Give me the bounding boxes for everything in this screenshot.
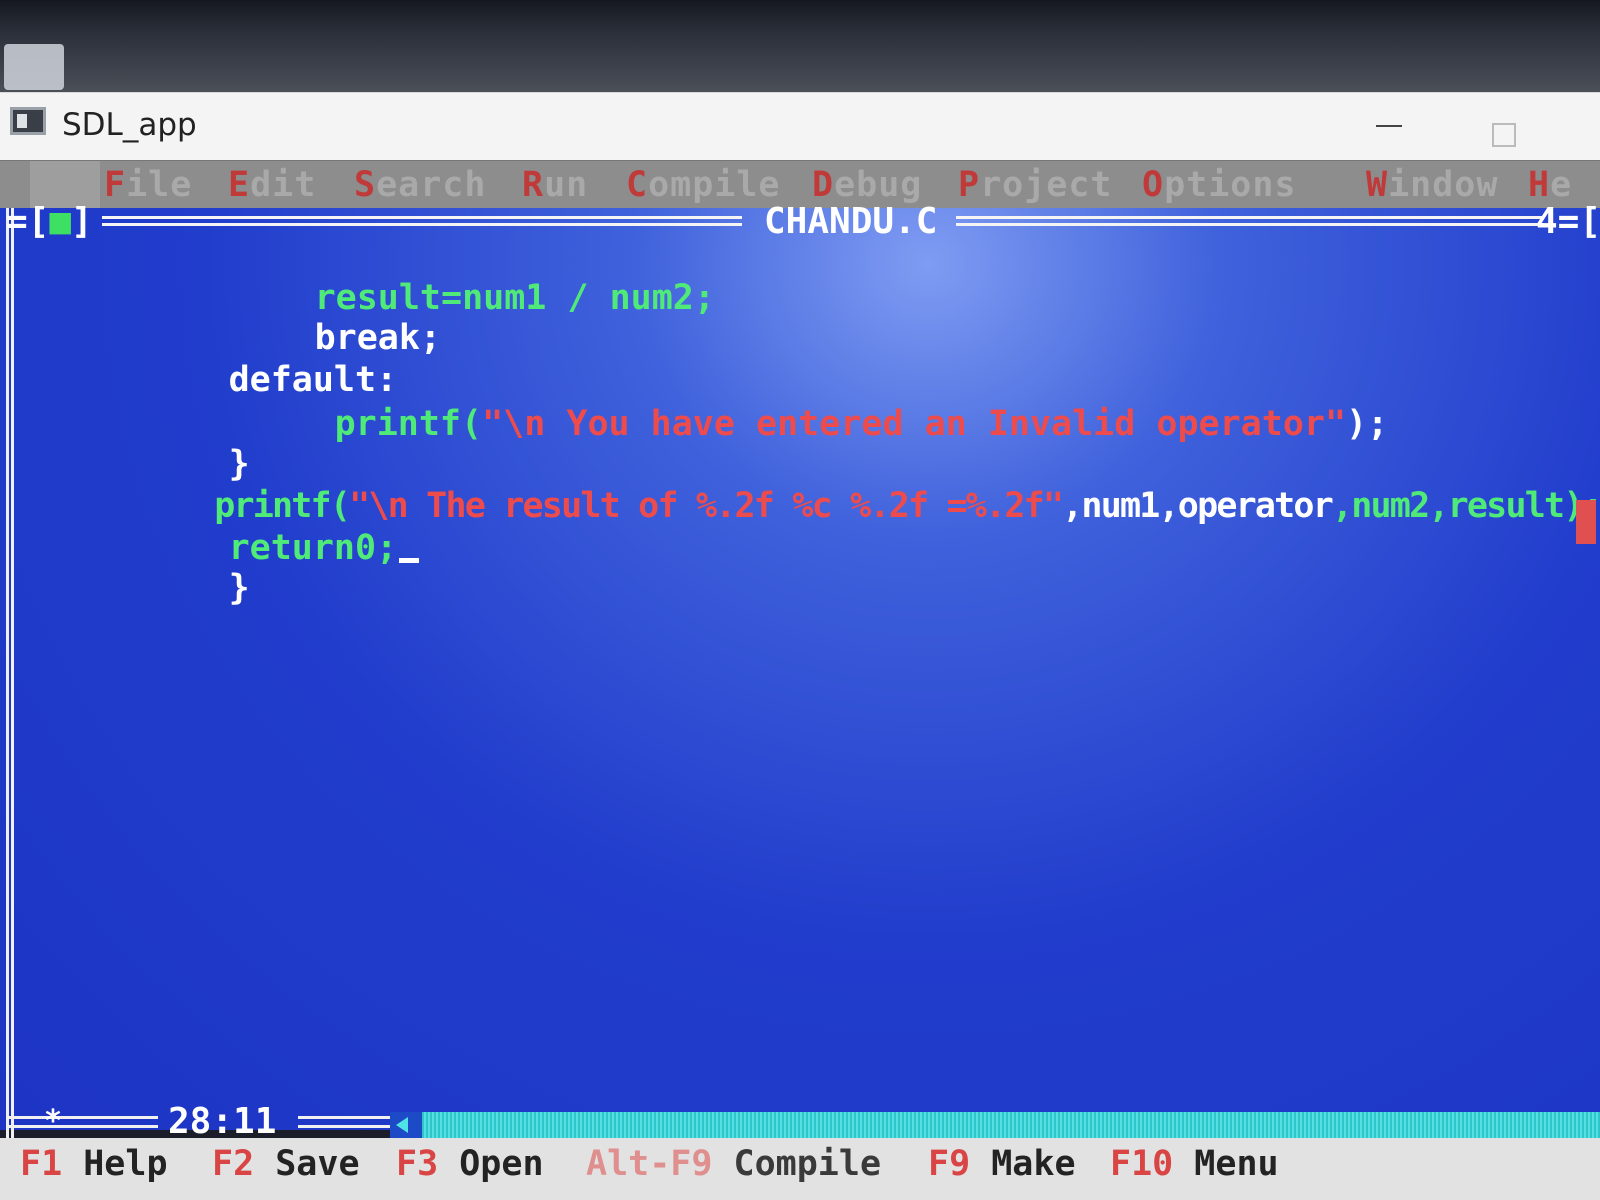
code-token: ,num2, bbox=[1331, 486, 1449, 526]
code-token: return0; bbox=[228, 528, 398, 568]
status-open[interactable]: F3 Open bbox=[396, 1142, 544, 1186]
screen: SDL_app File Edit Search Run Compile Deb… bbox=[0, 0, 1600, 1200]
status-key: Alt-F9 bbox=[586, 1144, 713, 1184]
status-compile[interactable]: Alt-F9 Compile bbox=[586, 1142, 881, 1186]
status-label: Help bbox=[83, 1144, 168, 1184]
frame-top-rule bbox=[956, 216, 1544, 226]
frame-corner-text: ] bbox=[71, 201, 93, 242]
maximize-button[interactable] bbox=[1492, 123, 1516, 147]
status-label: Compile bbox=[733, 1144, 882, 1184]
status-key: F10 bbox=[1110, 1144, 1174, 1184]
menu-item-file[interactable]: File bbox=[104, 163, 192, 207]
desktop-icon[interactable] bbox=[4, 44, 64, 90]
menu-hotkey: W bbox=[1366, 165, 1389, 205]
menu-label: indow bbox=[1388, 165, 1499, 205]
menu-label: earch bbox=[376, 165, 487, 205]
menu-item-compile[interactable]: Compile bbox=[626, 163, 781, 207]
status-make[interactable]: F9 Make bbox=[928, 1142, 1076, 1186]
status-menu[interactable]: F10 Menu bbox=[1110, 1142, 1279, 1186]
desktop-background bbox=[0, 0, 1600, 92]
editor-border bbox=[6, 208, 14, 1138]
code-token: ,num1, bbox=[1062, 486, 1179, 526]
status-label: Make bbox=[991, 1144, 1076, 1184]
menu-hotkey: S bbox=[354, 165, 377, 205]
menu-label: dit bbox=[250, 165, 317, 205]
window-number: 4=[ bbox=[1536, 201, 1600, 242]
menu-item-search[interactable]: Search bbox=[354, 163, 486, 207]
frame-bottom-rule bbox=[298, 1116, 390, 1128]
modified-indicator: * bbox=[44, 1104, 63, 1139]
code-token: printf( bbox=[334, 404, 483, 444]
menu-label: roject bbox=[980, 165, 1113, 205]
frame-left-corner: =[■] bbox=[6, 202, 93, 242]
app-icon bbox=[10, 107, 46, 135]
menu-item-run[interactable]: Run bbox=[522, 163, 588, 207]
editor-window[interactable]: =[■] CHANDU.C 4=[ result=num1 / num2; br… bbox=[0, 202, 1600, 1138]
menu-label: ompile bbox=[648, 165, 781, 205]
text-cursor bbox=[399, 558, 420, 563]
vertical-scroll-thumb[interactable] bbox=[1576, 500, 1596, 544]
menu-item-project[interactable]: Project bbox=[958, 163, 1113, 207]
menu-label: ile bbox=[126, 165, 193, 205]
menu-hotkey: P bbox=[958, 165, 981, 205]
code-line: } bbox=[60, 528, 250, 648]
scroll-left-icon[interactable] bbox=[390, 1112, 422, 1138]
status-help[interactable]: F1 Help bbox=[20, 1142, 168, 1186]
cursor-position: 28:11 bbox=[168, 1101, 277, 1142]
status-key: F9 bbox=[928, 1144, 971, 1184]
close-window-icon[interactable]: ■ bbox=[49, 201, 71, 242]
frame-corner-text: =[ bbox=[6, 201, 50, 242]
menu-item-edit[interactable]: Edit bbox=[228, 163, 316, 207]
menu-label: e bbox=[1550, 165, 1573, 205]
menu-hotkey: C bbox=[626, 165, 649, 205]
status-key: F1 bbox=[20, 1144, 63, 1184]
file-name: CHANDU.C bbox=[764, 201, 938, 242]
code-string: "\n You have entered an Invalid operator… bbox=[482, 404, 1347, 444]
status-label: Save bbox=[275, 1144, 360, 1184]
menu-hotkey: D bbox=[812, 165, 835, 205]
menu-label: ebug bbox=[834, 165, 923, 205]
code-token: operator bbox=[1177, 486, 1334, 526]
minimize-button[interactable] bbox=[1376, 111, 1402, 137]
menu-hotkey: F bbox=[104, 165, 127, 205]
menu-item-window[interactable]: Window bbox=[1366, 163, 1498, 207]
window-titlebar: SDL_app bbox=[0, 92, 1600, 163]
window-title: SDL_app bbox=[62, 107, 197, 143]
status-bar: F1 Help F2 Save F3 Open Alt-F9 Compile F… bbox=[0, 1138, 1600, 1200]
status-save[interactable]: F2 Save bbox=[212, 1142, 360, 1186]
menu-label: ptions bbox=[1164, 165, 1297, 205]
status-label: Open bbox=[459, 1144, 544, 1184]
code-token: } bbox=[228, 568, 250, 608]
menu-hotkey: H bbox=[1528, 165, 1551, 205]
frame-top-rule bbox=[102, 216, 742, 226]
editor-bottom-frame: * 28:11 bbox=[0, 1102, 1600, 1142]
menu-label: un bbox=[544, 165, 589, 205]
frame-bottom-rule bbox=[8, 1116, 158, 1128]
status-label: Menu bbox=[1194, 1144, 1279, 1184]
menu-hotkey: R bbox=[522, 165, 545, 205]
menu-hotkey: O bbox=[1142, 165, 1165, 205]
status-key: F2 bbox=[212, 1144, 255, 1184]
menu-item-options[interactable]: Options bbox=[1142, 163, 1297, 207]
menu-hotkey: E bbox=[228, 165, 251, 205]
code-string: "\n The result of %.2f %c %.2f =%.2f" bbox=[349, 486, 1064, 526]
code-token: ); bbox=[1346, 404, 1389, 444]
horizontal-scrollbar[interactable] bbox=[390, 1112, 1600, 1138]
status-key: F3 bbox=[396, 1144, 439, 1184]
